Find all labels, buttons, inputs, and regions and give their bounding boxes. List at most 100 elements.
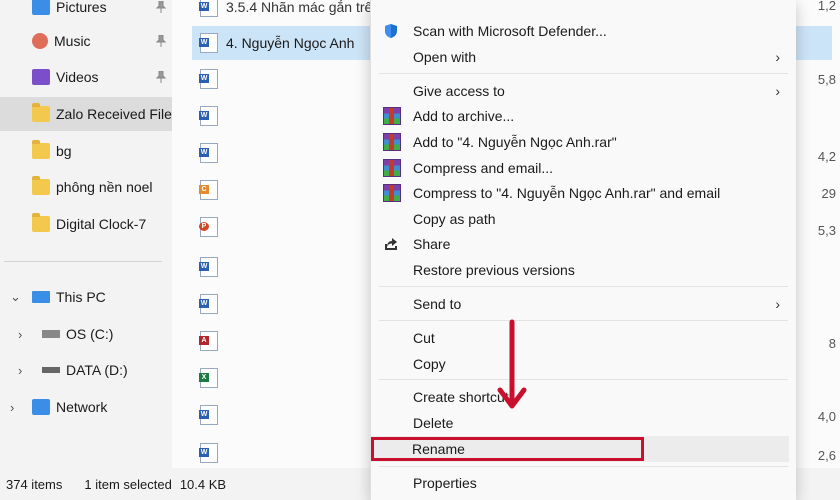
file-row[interactable]: W bbox=[192, 62, 226, 96]
file-row[interactable]: A bbox=[192, 324, 226, 358]
computer-icon bbox=[32, 291, 50, 303]
file-row[interactable]: C bbox=[192, 173, 226, 207]
chevron-right-icon: › bbox=[775, 83, 780, 99]
share-icon bbox=[385, 238, 397, 250]
nav-item-this-pc[interactable]: ⌄ This PC bbox=[0, 280, 172, 314]
winrar-icon bbox=[383, 184, 401, 202]
word-file-icon: W bbox=[199, 0, 218, 17]
menu-separator bbox=[379, 379, 788, 380]
defender-shield-icon bbox=[385, 24, 397, 38]
menu-item-compress-email[interactable]: Compress and email... bbox=[371, 155, 796, 181]
file-size: 8 bbox=[828, 336, 836, 351]
nav-item-music[interactable]: Music bbox=[0, 24, 172, 58]
nav-item-os-c[interactable]: › OS (C:) bbox=[0, 317, 172, 351]
file-name: 3.5.4 Nhãn mác gắn trên bbox=[226, 0, 381, 15]
menu-separator bbox=[379, 73, 788, 74]
powerpoint-file-icon: P bbox=[199, 217, 218, 237]
context-menu: Scan with Microsoft Defender... Open wit… bbox=[370, 0, 796, 500]
menu-item-scan-defender[interactable]: Scan with Microsoft Defender... bbox=[371, 18, 796, 44]
file-row[interactable]: W bbox=[192, 99, 226, 133]
folder-icon bbox=[32, 103, 50, 122]
chevron-right-icon: › bbox=[775, 49, 780, 65]
nav-label: Pictures bbox=[56, 0, 107, 15]
menu-item-send-to[interactable]: Send to › bbox=[371, 291, 796, 317]
file-row[interactable]: W bbox=[192, 287, 226, 321]
nav-label: Music bbox=[54, 33, 91, 49]
menu-item-add-to-archive[interactable]: Add to archive... bbox=[371, 103, 796, 129]
music-icon bbox=[32, 33, 48, 49]
nav-label: DATA (D:) bbox=[66, 362, 128, 378]
nav-item-network[interactable]: › Network bbox=[0, 390, 172, 424]
file-size: 5,3 bbox=[817, 223, 836, 238]
chevron-down-icon[interactable]: ⌄ bbox=[10, 289, 21, 305]
network-icon bbox=[32, 399, 50, 415]
menu-item-cut[interactable]: Cut bbox=[371, 325, 796, 351]
nav-label: phông nền noel bbox=[56, 179, 153, 195]
excel-file-icon: X bbox=[199, 368, 218, 388]
menu-item-give-access[interactable]: Give access to › bbox=[371, 78, 796, 104]
file-size: 29 bbox=[821, 186, 836, 201]
pictures-icon bbox=[32, 0, 50, 15]
nav-item-zalo-received-files[interactable]: Zalo Received Files bbox=[0, 97, 172, 131]
drive-icon bbox=[42, 330, 60, 338]
chevron-right-icon[interactable]: › bbox=[10, 400, 14, 415]
selection-count: 1 item selected bbox=[84, 476, 172, 492]
nav-item-phong-nen-noel[interactable]: phông nền noel bbox=[0, 170, 172, 204]
file-row[interactable]: W bbox=[192, 250, 226, 284]
file-row[interactable]: X bbox=[192, 361, 226, 395]
selection-size: 10.4 KB bbox=[179, 476, 227, 492]
menu-item-delete[interactable]: Delete bbox=[371, 410, 796, 436]
menu-item-compress-to-rar-email[interactable]: Compress to "4. Nguyễn Ngọc Anh.rar" and… bbox=[371, 180, 796, 206]
menu-item-restore-versions[interactable]: Restore previous versions bbox=[371, 257, 796, 283]
file-size: 5,8 bbox=[817, 72, 836, 87]
winrar-icon bbox=[383, 107, 401, 125]
menu-item-copy[interactable]: Copy bbox=[371, 351, 796, 377]
pin-icon[interactable] bbox=[156, 71, 166, 83]
nav-label: Videos bbox=[56, 69, 99, 85]
nav-item-digital-clock[interactable]: Digital Clock-7 bbox=[0, 207, 172, 241]
file-row[interactable]: W 3.5.4 Nhãn mác gắn trên bbox=[192, 0, 380, 24]
menu-item-share[interactable]: Share bbox=[371, 231, 796, 257]
menu-item-copy-as-path[interactable]: Copy as path bbox=[371, 206, 796, 232]
drive-icon bbox=[42, 367, 60, 373]
nav-item-data-d[interactable]: › DATA (D:) bbox=[0, 353, 172, 387]
chevron-right-icon[interactable]: › bbox=[18, 363, 22, 378]
annotation-arrow-icon bbox=[497, 319, 527, 409]
menu-item-create-shortcut[interactable]: Create shortcut bbox=[371, 384, 796, 410]
nav-label: This PC bbox=[56, 289, 106, 305]
word-file-icon: W bbox=[199, 33, 218, 53]
nav-item-bg[interactable]: bg bbox=[0, 134, 172, 168]
nav-item-videos[interactable]: Videos bbox=[0, 60, 172, 94]
menu-separator bbox=[379, 320, 788, 321]
item-count: 374 items bbox=[6, 476, 63, 492]
nav-label: Network bbox=[56, 399, 108, 415]
file-row[interactable]: W bbox=[192, 136, 226, 170]
pin-icon[interactable] bbox=[156, 35, 166, 47]
navigation-pane: Pictures Music Videos Zalo Received File… bbox=[0, 0, 172, 468]
file-row[interactable]: P bbox=[192, 210, 226, 244]
winrar-icon bbox=[383, 159, 401, 177]
image-file-icon: C bbox=[199, 180, 218, 200]
word-file-icon: W bbox=[199, 405, 218, 425]
file-row[interactable]: W bbox=[192, 436, 226, 470]
nav-divider bbox=[4, 261, 162, 262]
menu-item-add-to-rar[interactable]: Add to "4. Nguyễn Ngọc Anh.rar" bbox=[371, 129, 796, 155]
file-size: 4,2 bbox=[817, 149, 836, 164]
file-name: 4. Nguyễn Ngọc Anh bbox=[226, 35, 355, 51]
nav-label: Digital Clock-7 bbox=[56, 216, 147, 232]
menu-item-properties[interactable]: Properties bbox=[371, 470, 796, 496]
nav-item-pictures[interactable]: Pictures bbox=[0, 0, 172, 24]
word-file-icon: W bbox=[199, 257, 218, 277]
pin-icon[interactable] bbox=[156, 1, 166, 13]
menu-separator bbox=[379, 466, 788, 467]
chevron-right-icon[interactable]: › bbox=[18, 327, 22, 342]
menu-item-open-with[interactable]: Open with › bbox=[371, 44, 796, 70]
videos-icon bbox=[32, 69, 50, 85]
rename-highlight-box bbox=[371, 437, 644, 461]
file-row[interactable]: W bbox=[192, 398, 226, 432]
folder-icon bbox=[32, 176, 50, 195]
folder-icon bbox=[32, 213, 50, 232]
word-file-icon: W bbox=[199, 143, 218, 163]
menu-separator bbox=[379, 286, 788, 287]
chevron-right-icon: › bbox=[775, 296, 780, 312]
